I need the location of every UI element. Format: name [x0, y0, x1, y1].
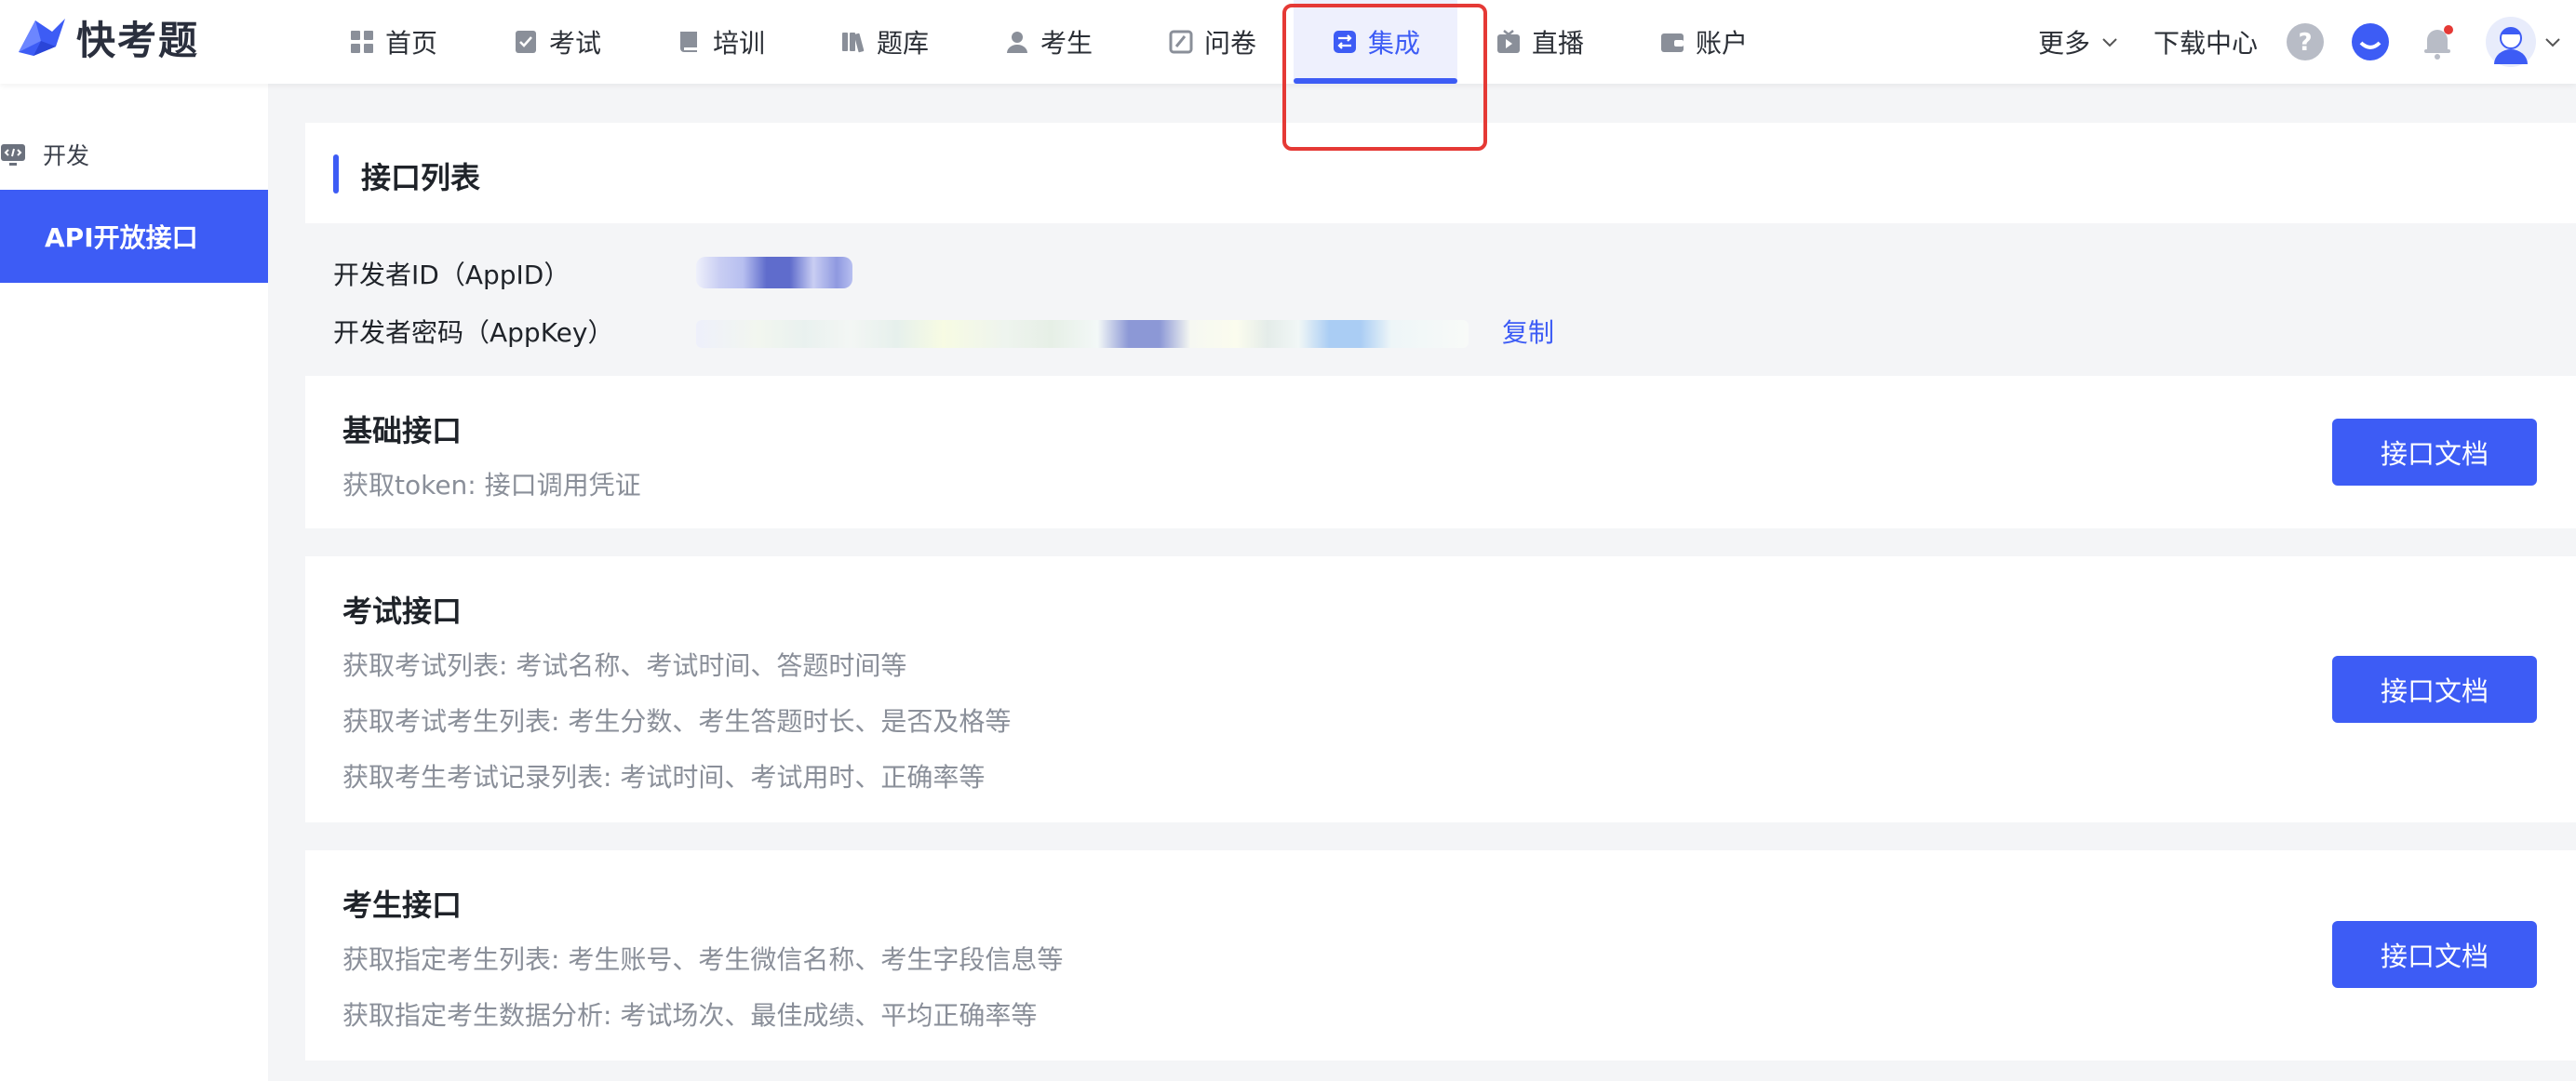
nav-item-survey[interactable]: 问卷 [1167, 0, 1256, 84]
user-menu[interactable] [2485, 0, 2563, 84]
nav-label: 题库 [877, 28, 930, 59]
avatar [2486, 17, 2536, 67]
api-card-description: 获取考试列表: 考试名称、考试时间、答题时间等 [342, 650, 907, 681]
api-card-candidate: 考生接口 获取指定考生列表: 考生账号、考生微信名称、考生字段信息等 获取指定考… [305, 850, 2576, 1061]
download-center-label: 下载中心 [2153, 28, 2259, 59]
api-card-title: 考生接口 [342, 887, 463, 923]
api-card-description: 获取指定考生列表: 考生账号、考生微信名称、考生字段信息等 [342, 944, 1064, 975]
nav-item-candidates[interactable]: 考生 [1003, 0, 1093, 84]
nav-item-exam[interactable]: 考试 [512, 0, 601, 84]
page-title: 接口列表 [361, 160, 481, 195]
nav-item-question-bank[interactable]: 题库 [839, 0, 929, 84]
logo[interactable]: 快考题 [15, 9, 199, 65]
nav-item-live[interactable]: 直播 [1495, 0, 1584, 84]
nav-label: 集成 [1368, 28, 1421, 59]
grid-icon [348, 28, 376, 56]
nav-item-home[interactable]: 首页 [348, 0, 437, 84]
sidebar-group-develop: 开发 [0, 138, 89, 171]
top-navbar: 快考题 首页 考试 培训 题库 考生 问卷 集成 直播 账户 更多 下载中心 ? [0, 0, 2576, 84]
wallet-icon [1658, 28, 1686, 56]
title-accent-bar [333, 154, 339, 194]
api-card-title: 考试接口 [342, 594, 463, 629]
nav-item-account[interactable]: 账户 [1658, 0, 1748, 84]
exam-api-docs-button[interactable]: 接口文档 [2332, 656, 2537, 723]
chevron-down-icon [2102, 38, 2117, 47]
nav-label: 问卷 [1204, 28, 1257, 59]
nav-item-training[interactable]: 培训 [676, 0, 765, 84]
copy-appkey-link[interactable]: 复制 [1502, 313, 1554, 350]
live-icon [1495, 28, 1523, 56]
api-card-description: 获取指定考生数据分析: 考试场次、最佳成绩、平均正确率等 [342, 1000, 1038, 1031]
nav-label: 考生 [1040, 28, 1093, 59]
book-icon [676, 28, 704, 56]
sidebar: 开发 API开放接口 [0, 84, 268, 1081]
api-card-description: 获取token: 接口调用凭证 [342, 470, 641, 500]
chat-icon [2352, 23, 2389, 60]
appkey-label: 开发者密码（AppKey） [333, 317, 614, 348]
chevron-down-icon [2545, 38, 2560, 47]
sidebar-group-label: 开发 [43, 142, 90, 169]
chat-button[interactable] [2351, 0, 2390, 84]
integration-icon [1331, 28, 1359, 56]
nav-item-integration[interactable]: 集成 [1331, 0, 1420, 84]
nav-label: 培训 [713, 28, 766, 59]
nav-label: 账户 [1696, 28, 1749, 59]
nav-label: 考试 [549, 28, 602, 59]
api-card-description: 获取考试考生列表: 考生分数、考生答题时长、是否及格等 [342, 706, 1012, 737]
section-header: 接口列表 [305, 123, 2576, 223]
logo-text: 快考题 [76, 17, 200, 63]
nav-label: 直播 [1532, 28, 1585, 59]
notification-button[interactable] [2418, 0, 2457, 84]
more-menu[interactable]: 更多 [2038, 0, 2120, 84]
api-card-basic: 基础接口 获取token: 接口调用凭证 [305, 376, 2576, 528]
sidebar-item-api[interactable]: API开放接口 [0, 190, 268, 283]
library-icon [839, 28, 867, 56]
code-icon [1, 144, 25, 166]
help-icon: ? [2287, 23, 2324, 60]
exam-icon [512, 28, 540, 56]
appid-label: 开发者ID（AppID） [333, 260, 570, 290]
survey-icon [1167, 28, 1195, 56]
api-card-title: 基础接口 [342, 413, 463, 448]
bell-icon [2424, 25, 2453, 60]
nav-label: 首页 [385, 28, 438, 59]
basic-api-docs-button[interactable]: 接口文档 [2332, 419, 2537, 486]
user-icon [1003, 28, 1031, 56]
svg-text:?: ? [2298, 29, 2312, 57]
api-card-description: 获取考生考试记录列表: 考试时间、考试用时、正确率等 [342, 762, 986, 793]
api-card-exam: 考试接口 获取考试列表: 考试名称、考试时间、答题时间等 获取考试考生列表: 考… [305, 556, 2576, 822]
help-button[interactable]: ? [2286, 0, 2325, 84]
logo-icon [19, 19, 65, 56]
candidate-api-docs-button[interactable]: 接口文档 [2332, 921, 2537, 988]
more-label: 更多 [2038, 28, 2091, 59]
download-center-link[interactable]: 下载中心 [2153, 0, 2258, 84]
